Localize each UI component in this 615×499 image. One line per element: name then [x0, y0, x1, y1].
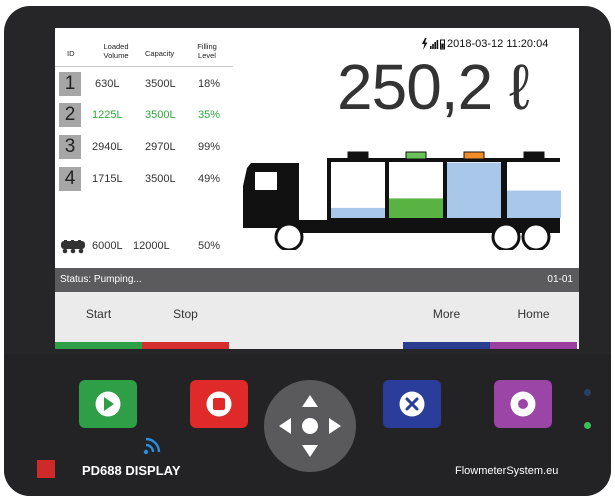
volume-display: 250,2 ℓ — [337, 51, 530, 123]
header-id: ID — [67, 49, 75, 58]
total-capacity: 12000L — [133, 240, 170, 252]
display-screen: ID Loaded Volume Capacity Filling Level … — [55, 28, 579, 349]
fkey-bar-more — [403, 342, 490, 349]
fkey-more[interactable]: More — [403, 292, 490, 342]
function-key-bar: Start Stop More Home — [55, 292, 579, 342]
x-icon — [399, 391, 425, 417]
fkey-stop[interactable]: Stop — [142, 292, 229, 342]
lightning-icon — [422, 38, 428, 50]
total-row: 6000L 12000L 50% — [55, 234, 233, 258]
datetime: 2018-03-12 11:20:04 — [447, 38, 549, 50]
filling-level: 99% — [198, 141, 221, 153]
loaded-volume: 630L — [95, 78, 120, 90]
total-loaded-volume: 6000L — [92, 240, 123, 252]
center-dot-icon — [302, 418, 318, 434]
status-led-top — [584, 389, 591, 396]
compartment-id: 2 — [59, 103, 81, 127]
fkey-bar-stop — [142, 342, 229, 349]
compartment-indicator-2 — [405, 151, 427, 160]
loaded-volume: 2940L — [92, 141, 123, 153]
header-loaded-volume: Loaded Volume — [103, 42, 129, 60]
header-filling-level: Filling Level — [197, 42, 217, 60]
fkey-bar-start — [55, 342, 142, 349]
compartment-indicator-4 — [523, 151, 545, 160]
fkey-empty-3[interactable] — [229, 292, 316, 342]
stop-icon — [206, 391, 232, 417]
wireless-icon — [143, 437, 161, 455]
compartment-row-2[interactable]: 2 1225L 3500L 35% — [55, 103, 233, 127]
loaded-volume: 1715L — [92, 173, 123, 185]
filling-level: 35% — [198, 109, 221, 121]
compartment-fill-1 — [331, 207, 385, 218]
hardware-start-button[interactable] — [79, 380, 137, 428]
circle-icon — [510, 391, 536, 417]
up-arrow-icon — [302, 395, 318, 407]
right-arrow-icon — [329, 418, 341, 434]
hardware-home-button[interactable] — [494, 380, 552, 428]
tanker-icon — [61, 240, 85, 254]
hardware-more-button[interactable] — [383, 380, 441, 428]
battery-icon — [440, 39, 445, 50]
compartment-id: 1 — [59, 72, 81, 96]
left-arrow-icon — [279, 418, 291, 434]
fkey-bar-empty-4 — [316, 342, 403, 349]
fkey-home[interactable]: Home — [490, 292, 577, 342]
status-bar: Status: Pumping... 01-01 — [55, 268, 579, 292]
compartment-indicator-3 — [463, 151, 485, 160]
status-text: Status: Pumping... — [60, 274, 142, 285]
compartment-id: 3 — [59, 135, 81, 159]
compartment-id: 4 — [59, 167, 81, 191]
signal-icon — [430, 40, 439, 49]
fkey-bar-home — [490, 342, 577, 349]
header-capacity: Capacity — [145, 49, 175, 58]
navigation-dpad[interactable] — [264, 380, 356, 472]
hardware-stop-button[interactable] — [190, 380, 248, 428]
compartment-fill-3 — [447, 162, 501, 218]
fkey-bar-empty-3 — [229, 342, 316, 349]
status-led-bottom — [584, 422, 591, 429]
manufacturer-logo: FlowmeterSystem.eu — [455, 465, 559, 477]
compartment-indicator-1 — [347, 151, 369, 160]
device-model-label: PD688 DISPLAY — [82, 463, 181, 478]
page-indicator: 01-01 — [547, 274, 573, 285]
compartment-row-1[interactable]: 1 630L 3500L 18% — [55, 72, 233, 96]
capacity: 3500L — [145, 173, 176, 185]
capacity: 2970L — [145, 141, 176, 153]
down-arrow-icon — [302, 445, 318, 457]
compartment-row-4[interactable]: 4 1715L 3500L 49% — [55, 167, 233, 191]
fkey-start[interactable]: Start — [55, 292, 142, 342]
loaded-volume: 1225L — [92, 109, 123, 121]
table-header: ID Loaded Volume Capacity Filling Level — [55, 41, 233, 67]
compartment-fill-4 — [507, 190, 561, 218]
compartment-fill-2 — [389, 198, 443, 218]
capacity: 3500L — [145, 109, 176, 121]
filling-level: 18% — [198, 78, 221, 90]
fkey-empty-4[interactable] — [316, 292, 403, 342]
total-filling-level: 50% — [198, 240, 221, 252]
capacity: 3500L — [145, 78, 176, 90]
play-icon — [95, 391, 121, 417]
filling-level: 49% — [198, 173, 221, 185]
truck-illustration — [243, 151, 561, 250]
compartment-row-3[interactable]: 3 2940L 2970L 99% — [55, 135, 233, 159]
brand-logo — [37, 460, 55, 478]
